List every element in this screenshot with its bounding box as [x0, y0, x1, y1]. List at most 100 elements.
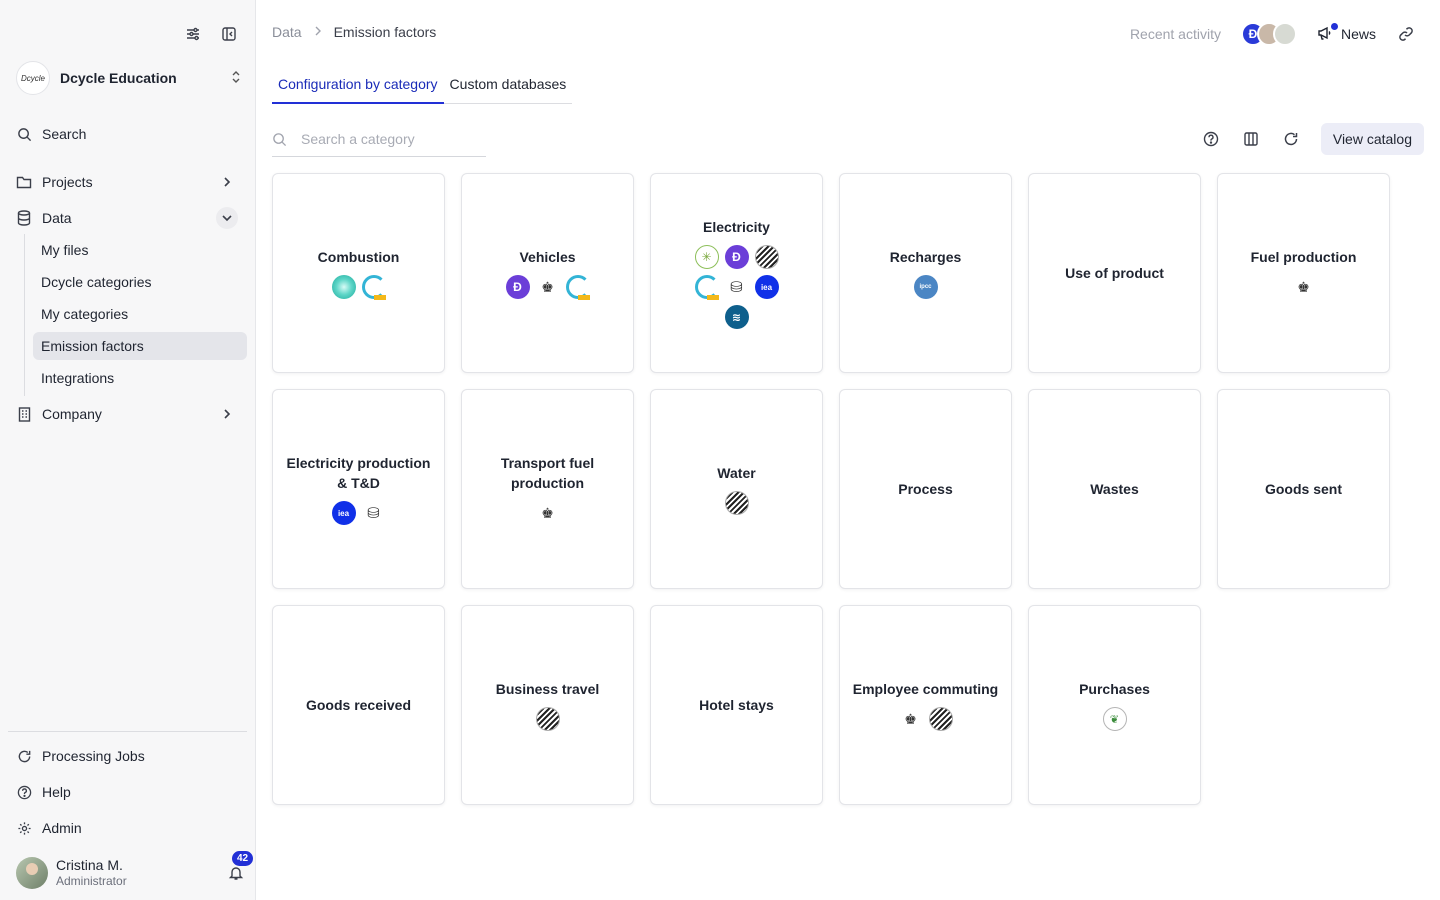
tab-custom-databases[interactable]: Custom databases: [444, 72, 573, 103]
category-card[interactable]: Vehicles Ɖ ♚: [461, 173, 634, 373]
category-title: Business travel: [495, 681, 600, 697]
stripe-logo-icon: [535, 707, 560, 731]
breadcrumb-current: Emission factors: [333, 24, 437, 40]
toolbar: View catalog: [1201, 123, 1424, 155]
sidebar-item-my-files[interactable]: My files: [33, 236, 247, 264]
category-card[interactable]: Electricity ✳ Ɖ ⛁ iea ≋: [650, 173, 823, 373]
avatar: [16, 857, 48, 889]
chevron-down-icon[interactable]: [216, 207, 238, 229]
stripe-logo-icon: [928, 707, 953, 731]
sliders-icon[interactable]: [183, 24, 203, 44]
bell-icon[interactable]: 42: [226, 851, 254, 883]
category-title: Use of product: [1065, 265, 1164, 281]
db-logo-icon: ⛁: [361, 501, 386, 525]
help-icon[interactable]: [1201, 129, 1221, 149]
category-card[interactable]: Wastes: [1028, 389, 1201, 589]
search-icon: [272, 132, 287, 147]
crest-logo-icon: ♚: [898, 707, 923, 731]
category-title: Recharges: [889, 249, 962, 265]
category-card[interactable]: Transport fuel production ♚: [461, 389, 634, 589]
search-input[interactable]: [301, 131, 471, 147]
category-card[interactable]: Business travel: [461, 605, 634, 805]
sidebar-item-admin[interactable]: Admin: [16, 814, 242, 842]
chevron-right-icon[interactable]: [218, 173, 236, 191]
sidebar-item-dcycle-categories[interactable]: Dcycle categories: [33, 268, 247, 296]
category-card[interactable]: Combustion: [272, 173, 445, 373]
news-button[interactable]: News: [1317, 22, 1376, 44]
category-card[interactable]: Hotel stays: [650, 605, 823, 805]
sidebar-item-company[interactable]: Company: [16, 400, 242, 428]
sidebar-item-data[interactable]: Data: [16, 204, 242, 232]
link-icon[interactable]: [1396, 24, 1416, 44]
org-name: Dcycle Education: [60, 70, 177, 86]
org-switcher[interactable]: Dcycle Dcycle Education: [16, 60, 242, 96]
notification-badge: 42: [232, 851, 254, 866]
breadcrumb-data[interactable]: Data: [272, 24, 302, 40]
source-logos: ❦: [1102, 707, 1127, 731]
user-name: Cristina M.: [56, 857, 123, 873]
category-title: Transport fuel production: [500, 455, 595, 491]
source-logos: [724, 491, 749, 515]
sidebar-item-help[interactable]: Help: [16, 778, 242, 806]
user-profile[interactable]: Cristina M. Administrator 42: [16, 851, 254, 890]
sidebar-item-processing-jobs[interactable]: Processing Jobs: [16, 742, 242, 770]
ipcc-logo-icon: ipcc: [913, 275, 938, 299]
sidebar: Dcycle Dcycle Education Search Projects …: [0, 0, 256, 900]
folder-icon: [16, 174, 32, 190]
category-title: Water: [717, 465, 756, 481]
refresh-icon[interactable]: [1281, 129, 1301, 149]
sidebar-item-search[interactable]: Search: [16, 120, 242, 148]
view-catalog-button[interactable]: View catalog: [1320, 123, 1424, 155]
avatar: [1272, 22, 1297, 46]
iea-logo-icon: iea: [754, 275, 779, 299]
category-grid: Combustion Vehicles Ɖ ♚ Electricity ✳ Ɖ ⛁ iea ≋ Re…: [272, 173, 1390, 805]
category-card[interactable]: Employee commuting ♚: [839, 605, 1012, 805]
main-content: Data Emission factors Recent activity Ɖ …: [256, 0, 1440, 900]
category-search: [272, 122, 486, 157]
category-title: Vehicles: [519, 249, 576, 265]
category-card[interactable]: Water: [650, 389, 823, 589]
collaborator-avatars[interactable]: Ɖ: [1240, 22, 1297, 46]
source-logos: ♚: [898, 707, 953, 731]
tab-configuration-by-category[interactable]: Configuration by category: [272, 72, 444, 104]
crest-logo-icon: ♚: [535, 275, 560, 299]
db-logo-icon: ⛁: [724, 275, 749, 299]
category-card[interactable]: Goods sent: [1217, 389, 1390, 589]
category-title: Process: [898, 481, 953, 497]
columns-icon[interactable]: [1241, 129, 1261, 149]
source-logos: ♚: [535, 501, 560, 525]
news-indicator: [1330, 22, 1338, 30]
collapse-sidebar-icon[interactable]: [219, 24, 239, 44]
source-logos: Ɖ ♚: [505, 275, 590, 300]
sidebar-divider: [8, 731, 247, 732]
ocean-logo-icon: ≋: [724, 305, 749, 329]
sidebar-item-integrations[interactable]: Integrations: [33, 364, 247, 392]
breadcrumb: Data Emission factors: [272, 24, 436, 40]
sidebar-item-projects[interactable]: Projects: [16, 168, 242, 196]
category-card[interactable]: Goods received: [272, 605, 445, 805]
category-title: Employee commuting: [852, 681, 999, 697]
category-title: Combustion: [317, 249, 400, 265]
sidebar-item-my-categories[interactable]: My categories: [33, 300, 247, 328]
source-logos: ipcc: [913, 275, 938, 299]
category-title: Wastes: [1090, 481, 1139, 497]
sidebar-item-emission-factors[interactable]: Emission factors: [33, 332, 247, 360]
category-card[interactable]: Fuel production ♚: [1217, 173, 1390, 373]
sidebar-item-label: Processing Jobs: [42, 748, 145, 764]
category-title: Hotel stays: [699, 697, 774, 713]
stripe-logo-icon: [754, 245, 779, 269]
user-info: Cristina M. Administrator: [56, 857, 218, 889]
ring-logo-icon: [565, 275, 590, 300]
category-title: Electricity: [703, 219, 770, 235]
chevron-right-icon: [314, 25, 322, 40]
category-card[interactable]: Process: [839, 389, 1012, 589]
recent-activity-link[interactable]: Recent activity: [1130, 26, 1221, 42]
sidebar-item-label: Projects: [42, 174, 93, 190]
category-card[interactable]: Electricity production & T&D iea ⛁: [272, 389, 445, 589]
category-card[interactable]: Use of product: [1028, 173, 1201, 373]
chevron-right-icon[interactable]: [218, 405, 236, 423]
chevron-up-down-icon: [230, 70, 242, 87]
category-card[interactable]: Purchases ❦: [1028, 605, 1201, 805]
category-title: Fuel production: [1250, 249, 1357, 265]
category-card[interactable]: Recharges ipcc: [839, 173, 1012, 373]
